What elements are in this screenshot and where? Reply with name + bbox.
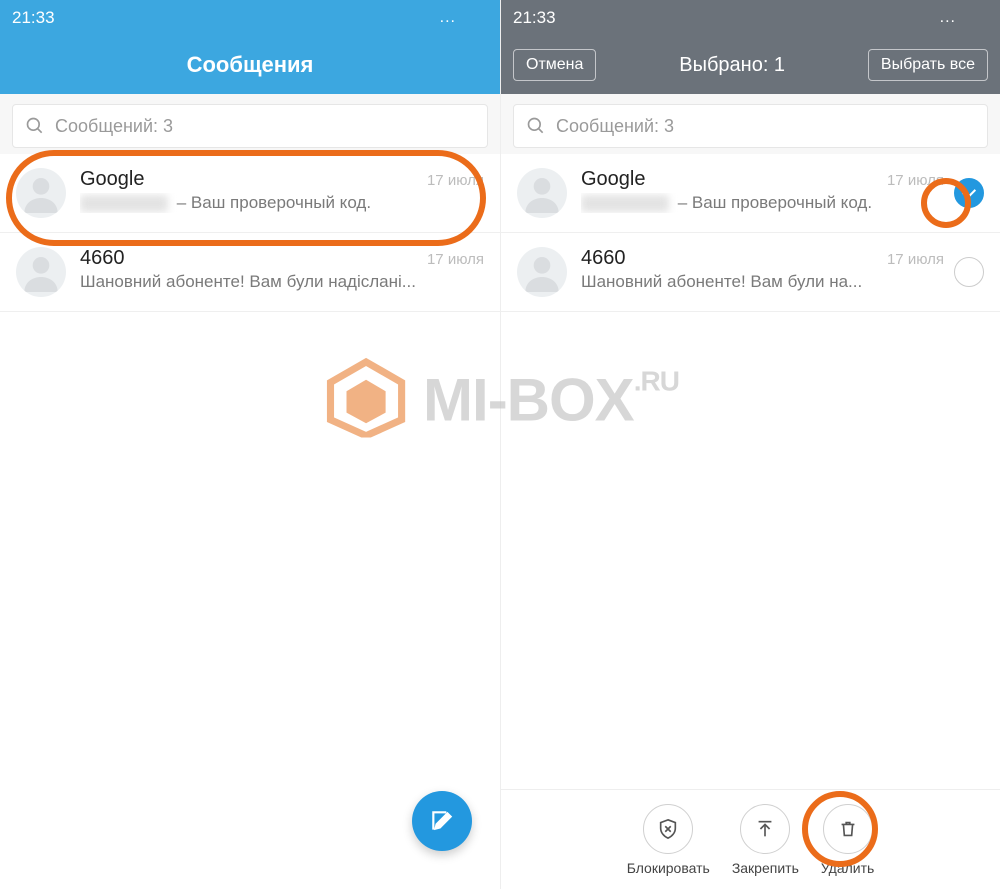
header-title: Сообщения: [0, 36, 500, 94]
search-placeholder: Сообщений: 3: [55, 116, 173, 137]
screen-normal: 21:33 ... Сообщения Сообщений: 3 Google: [0, 0, 500, 889]
action-label: Закрепить: [732, 860, 799, 876]
message-preview: Шановний абоненте! Вам були на...: [581, 272, 944, 292]
select-all-button[interactable]: Выбрать все: [868, 49, 988, 81]
search-wrap: Сообщений: 3: [0, 94, 500, 154]
compose-fab[interactable]: [412, 791, 472, 851]
search-wrap: Сообщений: 3: [501, 94, 1000, 154]
message-preview: Шановний абоненте! Вам були надіслані...: [80, 272, 484, 292]
status-time: 21:33: [12, 8, 55, 28]
message-preview: – Ваш проверочный код.: [581, 193, 944, 213]
block-icon: [643, 804, 693, 854]
sender-name: 4660: [581, 247, 626, 270]
message-list: Google 17 июля – Ваш проверочный код. 46…: [501, 154, 1000, 312]
status-bar: 21:33 ...: [501, 0, 1000, 36]
search-icon: [25, 116, 45, 136]
selection-checkbox[interactable]: [954, 178, 984, 208]
message-body: Google 17 июля – Ваш проверочный код.: [80, 168, 484, 213]
trash-icon: [823, 804, 873, 854]
redacted-code: [581, 195, 669, 212]
message-row[interactable]: 4660 17 июля Шановний абоненте! Вам були…: [501, 233, 1000, 312]
message-list: Google 17 июля – Ваш проверочный код. 46…: [0, 154, 500, 312]
selection-header: Отмена Выбрано: 1 Выбрать все: [501, 36, 1000, 94]
message-date: 17 июля: [427, 172, 484, 189]
message-body: Google 17 июля – Ваш проверочный код.: [581, 168, 944, 213]
screen-selection: 21:33 ... Отмена Выбрано: 1 Выбрать все …: [500, 0, 1000, 889]
search-icon: [526, 116, 546, 136]
search-input[interactable]: Сообщений: 3: [12, 104, 488, 148]
message-date: 17 июля: [427, 251, 484, 268]
message-body: 4660 17 июля Шановний абоненте! Вам були…: [581, 247, 944, 292]
message-row[interactable]: Google 17 июля – Ваш проверочный код.: [501, 154, 1000, 233]
avatar: [517, 247, 567, 297]
sender-name: 4660: [80, 247, 125, 270]
app-title: Сообщения: [187, 52, 314, 78]
delete-action[interactable]: Удалить: [821, 804, 874, 876]
action-label: Удалить: [821, 860, 874, 876]
sender-name: Google: [581, 168, 646, 191]
status-icons: ...: [940, 9, 988, 27]
message-date: 17 июля: [887, 172, 944, 189]
selection-checkbox[interactable]: [954, 257, 984, 287]
status-time: 21:33: [513, 8, 556, 28]
avatar: [16, 247, 66, 297]
message-date: 17 июля: [887, 251, 944, 268]
message-row[interactable]: 4660 17 июля Шановний абоненте! Вам були…: [0, 233, 500, 312]
redacted-code: [80, 195, 168, 212]
avatar: [517, 168, 567, 218]
search-input[interactable]: Сообщений: 3: [513, 104, 988, 148]
cancel-button[interactable]: Отмена: [513, 49, 596, 81]
action-label: Блокировать: [627, 860, 710, 876]
message-row[interactable]: Google 17 июля – Ваш проверочный код.: [0, 154, 500, 233]
avatar: [16, 168, 66, 218]
search-placeholder: Сообщений: 3: [556, 116, 674, 137]
sender-name: Google: [80, 168, 145, 191]
cell-signal-icon: ...: [940, 9, 956, 27]
message-body: 4660 17 июля Шановний абоненте! Вам були…: [80, 247, 484, 292]
status-bar: 21:33 ...: [0, 0, 500, 36]
action-bar: Блокировать Закрепить Удалить: [501, 789, 1000, 889]
pin-icon: [740, 804, 790, 854]
selection-count: Выбрано: 1: [679, 54, 785, 77]
pin-action[interactable]: Закрепить: [732, 804, 799, 876]
cell-signal-icon: ...: [440, 9, 456, 27]
message-preview: – Ваш проверочный код.: [80, 193, 484, 213]
status-icons: ...: [440, 9, 488, 27]
block-action[interactable]: Блокировать: [627, 804, 710, 876]
